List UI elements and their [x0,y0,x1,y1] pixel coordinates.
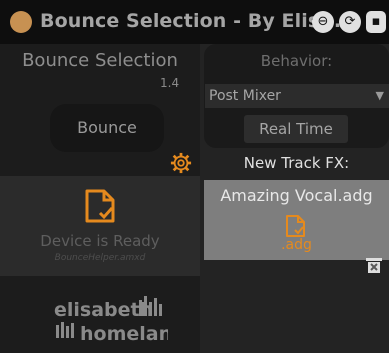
file-check-icon [286,215,305,237]
elisabeth-homeland-logo: elisabeth homeland [54,296,168,345]
new-track-fx-label: New Track FX: [243,154,350,172]
behavior-label: Behavior: [260,52,333,70]
gear-icon[interactable] [170,152,192,174]
status-subtext: BounceHelper.amxd [54,253,146,263]
link-icon[interactable]: ⊖ [312,11,334,33]
status-text: Device is Ready [40,232,160,250]
file-check-icon [85,189,115,223]
version-label: 1.4 [160,76,180,90]
fx-preset-name: Amazing Vocal.adg [220,186,373,205]
real-time-button[interactable]: Real Time [244,115,348,143]
svg-text:homeland: homeland [80,323,168,345]
svg-text:elisabeth: elisabeth [54,299,153,321]
chevron-down-icon: ▼ [375,89,384,102]
trash-icon[interactable] [364,255,384,275]
app-title: Bounce Selection [22,50,178,71]
bounce-button[interactable]: Bounce [50,104,164,152]
refresh-icon[interactable]: ⟳ [339,11,361,33]
window-title: Bounce Selection - By Elis... [40,10,342,32]
fx-extension-label: .adg [281,237,312,253]
behavior-select-value: Post Mixer [209,88,281,104]
save-icon[interactable]: ▪ [366,11,386,33]
behavior-select[interactable]: Post Mixer ▼ [205,84,389,108]
title-bar: Bounce Selection - By Elis... ⊖ ⟳ ▪ [0,0,389,44]
device-power-dot[interactable] [10,11,32,33]
